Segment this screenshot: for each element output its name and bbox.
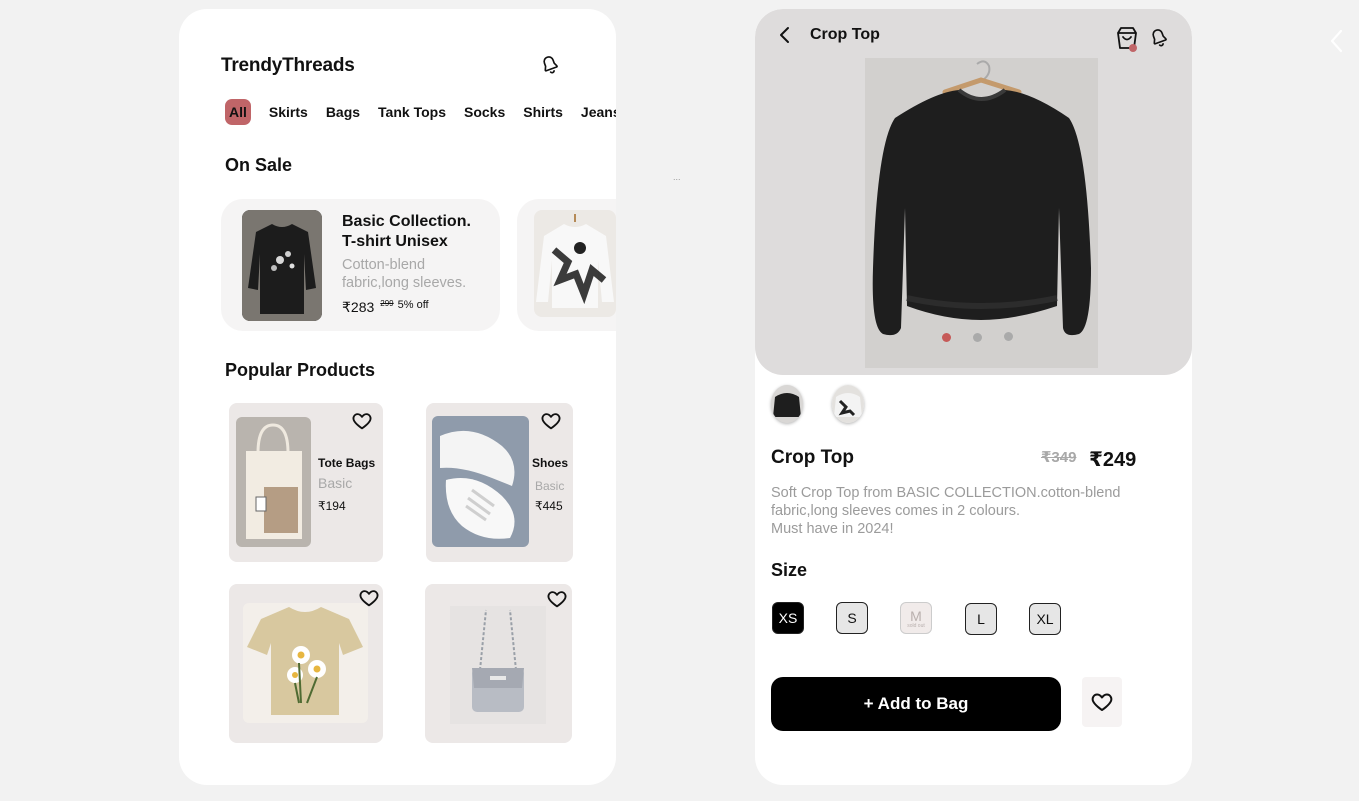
description-line-2: fabric,long sleeves comes in 2 colours. xyxy=(771,503,1021,519)
notification-bell-icon[interactable] xyxy=(539,54,561,76)
ellipsis-marker: ... xyxy=(673,172,681,182)
product-hero: Crop Top xyxy=(755,9,1192,375)
tab-shirts[interactable]: Shirts xyxy=(523,99,563,125)
product-card-bag[interactable] xyxy=(425,584,572,743)
sale-discount: 5% off xyxy=(397,299,429,311)
sale-price: ₹249 xyxy=(1089,449,1137,471)
product-detail-screen: Crop Top Crop Top ₹349 ₹249 Soft Crop To… xyxy=(755,9,1192,785)
sale-card-2[interactable] xyxy=(517,199,616,331)
size-xs[interactable]: XS xyxy=(772,602,804,634)
heart-icon[interactable] xyxy=(540,410,562,432)
notification-bell-icon[interactable] xyxy=(1148,27,1170,49)
sold-out-label: sold out xyxy=(907,622,925,629)
product-name: Tote Bags xyxy=(318,456,376,470)
main-product-image xyxy=(865,58,1098,368)
product-name: Crop Top xyxy=(771,447,855,468)
description-line-3: Must have in 2024! xyxy=(771,521,894,537)
size-s[interactable]: S xyxy=(836,602,868,634)
product-price: ₹445 xyxy=(535,499,563,513)
heart-icon[interactable] xyxy=(351,410,373,432)
shoes-image xyxy=(432,416,529,547)
sale-card[interactable]: Basic Collection. T-shirt Unisex Cotton-… xyxy=(221,199,500,331)
size-m-label: M xyxy=(910,607,922,624)
tab-jeans[interactable]: Jeans xyxy=(581,99,616,125)
on-sale-heading: On Sale xyxy=(225,155,293,175)
color-thumb-black[interactable] xyxy=(771,385,803,423)
shopping-bag-icon[interactable] xyxy=(1114,25,1140,53)
tab-bags[interactable]: Bags xyxy=(326,99,360,125)
heart-icon xyxy=(1091,693,1113,711)
home-screen: TrendyThreads All Skirts Bags Tank Tops … xyxy=(179,9,616,785)
heart-icon[interactable] xyxy=(358,587,380,609)
product-price: ₹194 xyxy=(318,499,346,513)
size-l[interactable]: L xyxy=(965,603,997,635)
carousel-dot-2[interactable] xyxy=(973,333,982,342)
heart-icon[interactable] xyxy=(546,588,568,610)
product-name: Shoes xyxy=(532,456,569,470)
tab-tank-tops[interactable]: Tank Tops xyxy=(378,99,446,125)
size-m-sold-out[interactable]: M sold out xyxy=(900,602,932,634)
sale-price-row: ₹283 299 5% off xyxy=(342,299,429,316)
popular-heading: Popular Products xyxy=(225,360,376,380)
tote-bag-image xyxy=(236,417,311,547)
description-line-1: Soft Crop Top from BASIC COLLECTION.cott… xyxy=(771,485,1121,501)
category-tabs: All Skirts Bags Tank Tops Socks Shirts J… xyxy=(225,99,616,125)
product-sub: Basic xyxy=(318,475,353,491)
favorite-button[interactable] xyxy=(1082,677,1122,727)
sale-title-line2: T-shirt Unisex xyxy=(342,233,448,250)
sale-old-price: 299 xyxy=(380,299,394,308)
sale-product-image-2 xyxy=(534,210,616,317)
product-sub: Basic xyxy=(535,479,565,493)
product-card-tote-bags[interactable]: Tote Bags Basic ₹194 xyxy=(229,403,383,562)
header-title: Crop Top xyxy=(810,26,880,43)
product-card-tshirt[interactable] xyxy=(229,584,383,743)
tab-skirts[interactable]: Skirts xyxy=(269,99,308,125)
brand-title: TrendyThreads xyxy=(221,55,355,76)
sale-desc-line1: Cotton-blend xyxy=(342,257,426,273)
chevron-left-icon[interactable] xyxy=(1328,28,1346,54)
original-price: ₹349 xyxy=(1041,449,1077,466)
size-xl[interactable]: XL xyxy=(1029,603,1061,635)
sale-price: ₹283 xyxy=(342,299,375,315)
handbag-image xyxy=(450,606,546,724)
size-heading: Size xyxy=(771,560,808,580)
sale-title-line1: Basic Collection. xyxy=(342,213,471,230)
color-thumb-tie-dye[interactable] xyxy=(832,385,864,423)
tab-all[interactable]: All xyxy=(225,99,251,125)
sale-product-image xyxy=(242,210,322,321)
tshirt-image xyxy=(243,603,368,723)
sale-desc-line2: fabric,long sleeves. xyxy=(342,275,467,291)
back-arrow-icon[interactable] xyxy=(775,24,795,46)
carousel-dot-1[interactable] xyxy=(942,333,951,342)
product-card-shoes[interactable]: Shoes Basic ₹445 xyxy=(426,403,573,562)
add-to-bag-button[interactable]: + Add to Bag xyxy=(771,677,1061,731)
carousel-dot-3[interactable] xyxy=(1004,332,1013,341)
tab-socks[interactable]: Socks xyxy=(464,99,505,125)
product-description: Soft Crop Top from BASIC COLLECTION.cott… xyxy=(771,484,1171,538)
